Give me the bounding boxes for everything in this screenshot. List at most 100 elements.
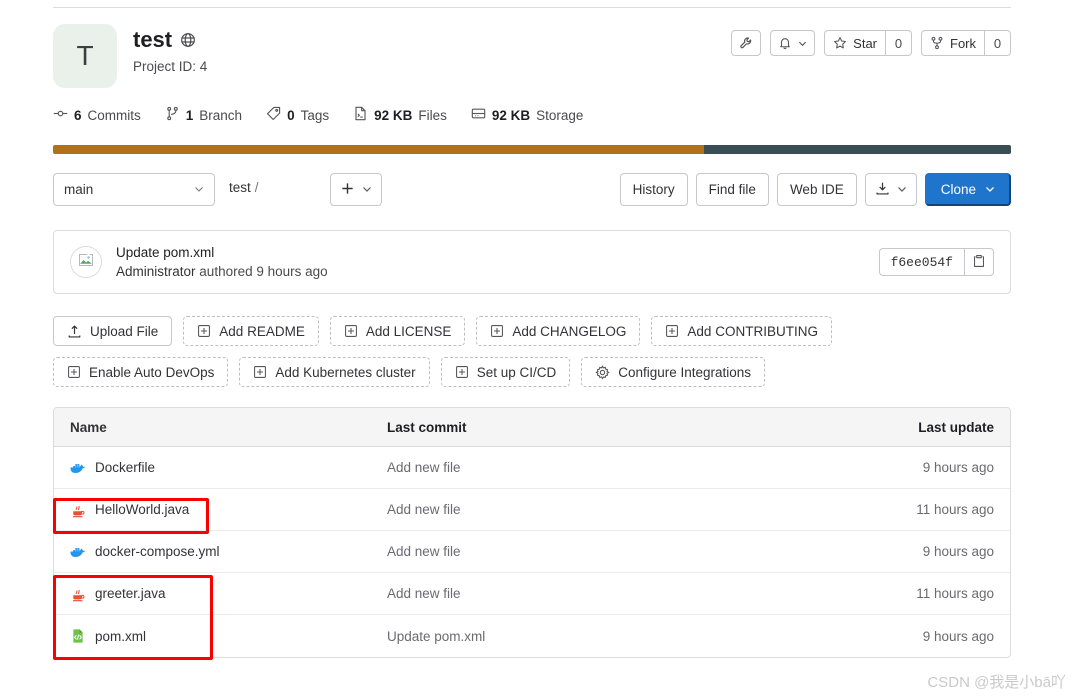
stat-storage[interactable]: 92 KB Storage	[471, 106, 584, 124]
enable-auto-devops-button[interactable]: Enable Auto DevOps	[53, 357, 229, 387]
add-license-button[interactable]: Add LICENSE	[329, 316, 466, 346]
settings-button[interactable]	[731, 30, 762, 56]
button-label: Set up CI/CD	[476, 364, 557, 380]
fork-count[interactable]: 0	[985, 30, 1011, 56]
column-header-name: Name	[70, 419, 107, 435]
stat-commits[interactable]: 6 Commits	[53, 106, 141, 124]
table-row[interactable]: HelloWorld.java Add new file 11 hours ago	[54, 489, 1010, 531]
last-commit-cell[interactable]: Update pom.xml	[384, 629, 860, 644]
file-name-link[interactable]: greeter.java	[95, 586, 166, 601]
upload-icon	[67, 324, 82, 339]
add-contributing-button[interactable]: Add CONTRIBUTING	[651, 316, 832, 346]
project-id-label: Project ID: 4	[133, 59, 208, 75]
stat-files[interactable]: 92 KB Files	[353, 106, 447, 124]
gear-icon	[595, 364, 610, 380]
project-avatar: T	[53, 24, 117, 88]
language-bar[interactable]	[53, 145, 1011, 154]
button-label: Add LICENSE	[365, 323, 452, 339]
copy-sha-button[interactable]	[964, 248, 994, 276]
language-segment-java[interactable]	[53, 145, 705, 154]
commit-sha-group: f6ee054f	[878, 248, 994, 276]
last-commit-cell[interactable]: Add new file	[384, 586, 860, 601]
docker-icon	[70, 544, 86, 560]
quick-actions: Upload File Add README Add LICENSE Add CHAN…	[53, 316, 1011, 387]
commit-icon	[53, 106, 68, 124]
last-commit-cell[interactable]: Add new file	[384, 460, 860, 475]
globe-icon	[180, 32, 196, 48]
docker-icon	[70, 460, 86, 476]
file-name-cell: docker-compose.yml	[54, 544, 384, 560]
set-up-ci-cd-button[interactable]: Set up CI/CD	[440, 357, 571, 387]
file-name-cell: greeter.java	[54, 586, 384, 602]
last-commit-meta: Administrator authored 9 hours ago	[116, 264, 328, 279]
file-icon	[353, 106, 368, 124]
button-label: Add CONTRIBUTING	[687, 323, 818, 339]
breadcrumb-separator: /	[254, 180, 259, 195]
clone-button[interactable]: Clone	[924, 173, 1011, 206]
find-file-button[interactable]: Find file	[695, 173, 769, 206]
button-label: Add Kubernetes cluster	[275, 364, 416, 380]
project-avatar-letter: T	[76, 40, 94, 71]
add-to-tree-button[interactable]	[330, 173, 382, 206]
top-divider	[53, 7, 1011, 8]
file-name-link[interactable]: pom.xml	[95, 629, 146, 644]
file-name-link[interactable]: HelloWorld.java	[95, 502, 189, 517]
table-row[interactable]: Dockerfile Add new file 9 hours ago	[54, 447, 1010, 489]
download-button[interactable]	[864, 173, 917, 206]
copy-icon	[972, 254, 986, 271]
plus-box-icon	[665, 324, 679, 338]
file-name-link[interactable]: Dockerfile	[95, 460, 155, 475]
chevron-down-icon	[798, 39, 807, 48]
upload-file-button[interactable]: Upload File	[53, 316, 173, 346]
button-label: Add README	[219, 323, 305, 339]
watermark: CSDN @我是小bā吖	[927, 674, 1066, 691]
last-commit-cell[interactable]: Add new file	[384, 502, 860, 517]
breadcrumb-root[interactable]: test	[229, 180, 251, 195]
language-segment-dockerfile[interactable]	[704, 145, 1011, 154]
web-ide-button[interactable]: Web IDE	[776, 173, 857, 206]
branch-selector[interactable]: main	[53, 173, 215, 206]
stat-storage-label: Storage	[536, 107, 584, 123]
add-changelog-button[interactable]: Add CHANGELOG	[476, 316, 641, 346]
add-readme-button[interactable]: Add README	[183, 316, 319, 346]
plus-box-icon	[455, 365, 469, 379]
project-stats: 6 Commits 1 Branch 0 Tags 92 KB Files 92…	[53, 106, 583, 124]
configure-integrations-button[interactable]: Configure Integrations	[581, 357, 766, 387]
last-commit-cell[interactable]: Add new file	[384, 544, 860, 559]
stat-branches[interactable]: 1 Branch	[165, 106, 242, 124]
table-row[interactable]: pom.xml Update pom.xml 9 hours ago	[54, 615, 1010, 657]
storage-icon	[471, 106, 486, 124]
chevron-down-icon	[897, 182, 907, 197]
last-commit-author[interactable]: Administrator	[116, 264, 196, 279]
fork-icon	[930, 36, 944, 50]
fork-label: Fork	[950, 35, 976, 51]
add-kubernetes-cluster-button[interactable]: Add Kubernetes cluster	[239, 357, 430, 387]
star-button[interactable]: Star	[824, 30, 886, 56]
stat-files-label: Files	[418, 107, 447, 123]
commit-sha[interactable]: f6ee054f	[878, 248, 964, 276]
last-update-cell: 9 hours ago	[922, 628, 994, 644]
last-update-cell: 11 hours ago	[916, 502, 994, 517]
last-commit-time: authored 9 hours ago	[199, 264, 328, 279]
xml-icon	[70, 628, 86, 644]
table-row[interactable]: greeter.java Add new file 11 hours ago	[54, 573, 1010, 615]
fork-button[interactable]: Fork	[921, 30, 985, 56]
last-commit-title[interactable]: Update pom.xml	[116, 245, 328, 260]
stat-files-value: 92 KB	[374, 107, 413, 123]
plus-box-icon	[490, 324, 504, 338]
last-update-cell: 9 hours ago	[922, 460, 994, 475]
history-button[interactable]: History	[619, 173, 688, 206]
table-row[interactable]: docker-compose.yml Add new file 9 hours ag…	[54, 531, 1010, 573]
stat-tags[interactable]: 0 Tags	[266, 106, 329, 124]
chevron-down-icon	[985, 182, 995, 197]
notifications-button[interactable]	[770, 30, 816, 56]
button-label: Upload File	[90, 323, 159, 339]
stat-commits-label: Commits	[87, 107, 141, 123]
button-label: Add CHANGELOG	[512, 323, 627, 339]
column-header-last-commit: Last commit	[387, 419, 467, 435]
chevron-down-icon	[194, 182, 204, 197]
tag-icon	[266, 106, 281, 124]
file-name-link[interactable]: docker-compose.yml	[95, 544, 220, 559]
star-count[interactable]: 0	[886, 30, 912, 56]
wrench-icon	[739, 36, 754, 51]
